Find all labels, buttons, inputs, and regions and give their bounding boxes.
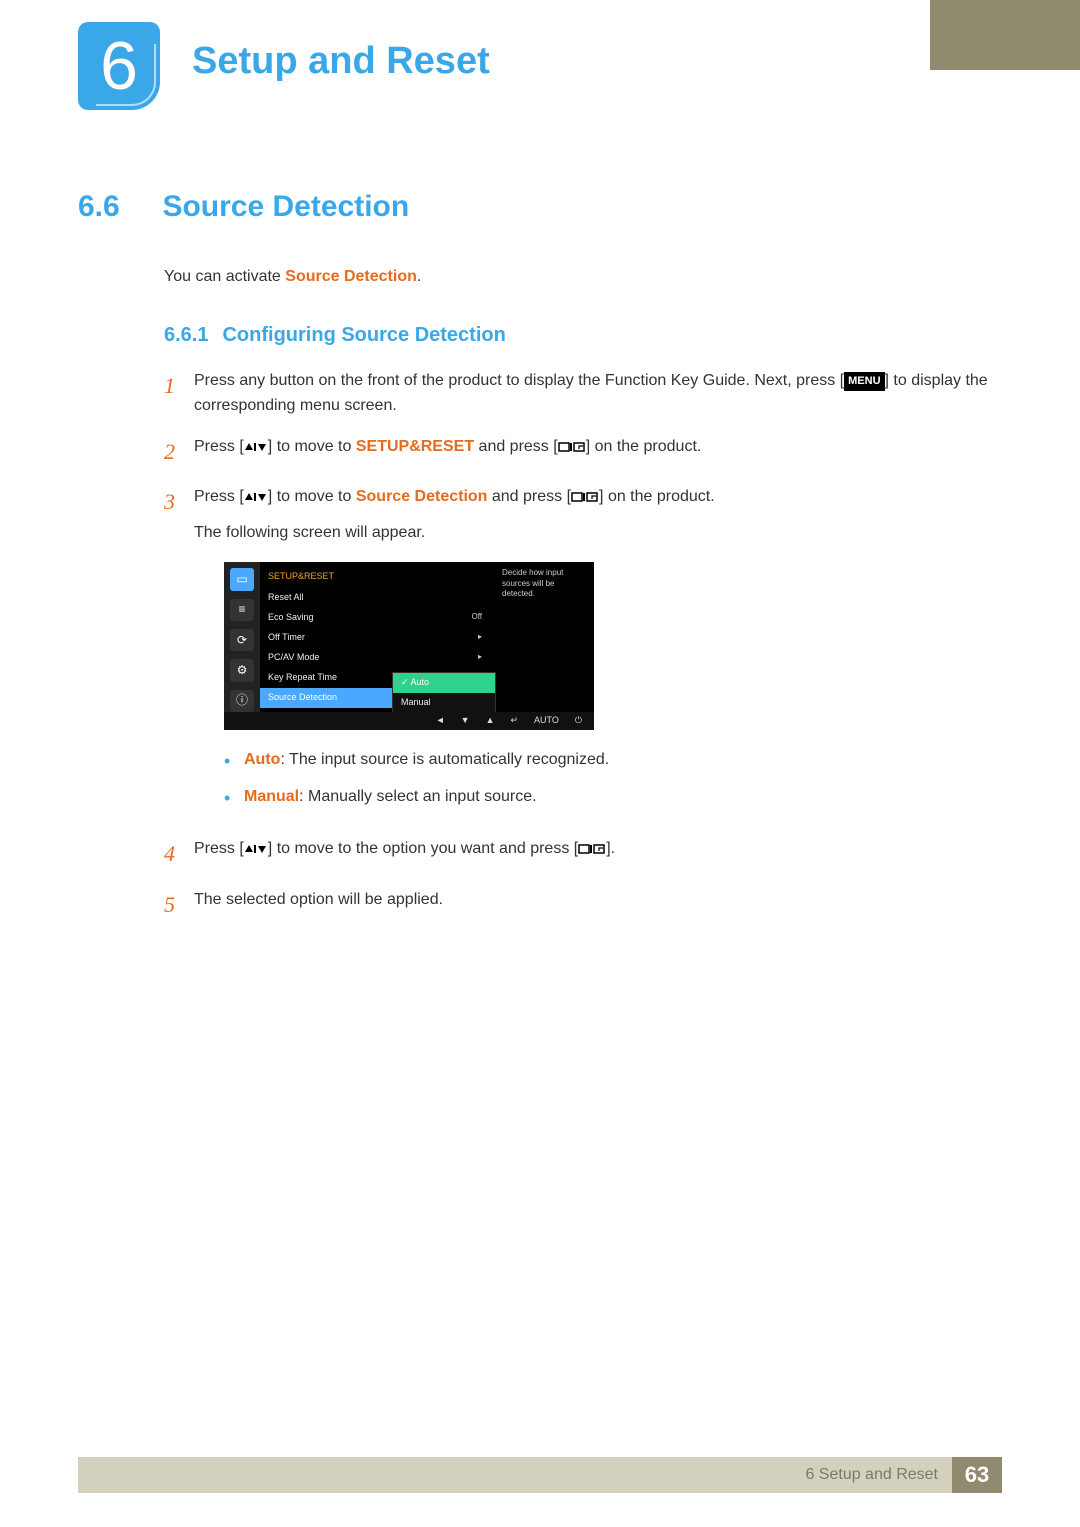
bullet-highlight: Manual bbox=[244, 788, 299, 805]
step-number: 5 bbox=[164, 888, 194, 922]
osd-footer-enter-icon: ↵ bbox=[510, 714, 518, 728]
up-down-arrow-icon bbox=[244, 840, 268, 857]
osd-option-label: Auto bbox=[411, 677, 430, 687]
osd-option-auto: ✓ Auto bbox=[393, 673, 495, 693]
step-number: 2 bbox=[164, 435, 194, 469]
step-text: Press [ bbox=[194, 438, 244, 455]
steps-list: 1 Press any button on the front of the p… bbox=[164, 369, 1002, 922]
step-3: 3 Press [ ] to move to Source Detection a… bbox=[164, 485, 1002, 822]
step-4: 4 Press [ ] to move to the option you wan… bbox=[164, 837, 1002, 871]
bullet-manual: • Manual: Manually select an input sourc… bbox=[224, 785, 1002, 810]
osd-footer-up-icon: ▲ bbox=[486, 714, 495, 728]
subsection-number: 6.6.1 bbox=[164, 324, 208, 346]
step-1: 1 Press any button on the front of the p… bbox=[164, 369, 1002, 419]
osd-sidebar-icon-size: ⟳ bbox=[230, 629, 254, 651]
step-body: Press any button on the front of the pro… bbox=[194, 369, 1002, 419]
osd-item-value: Off bbox=[471, 611, 486, 625]
step-text: ] to move to bbox=[268, 488, 356, 505]
intro-prefix: You can activate bbox=[164, 268, 285, 285]
osd-sidebar-icon-color: ≡ bbox=[230, 599, 254, 621]
step-number: 1 bbox=[164, 369, 194, 419]
subsection-heading: 6.6.1 Configuring Source Detection bbox=[164, 324, 1002, 347]
step-highlight: SETUP&RESET bbox=[356, 438, 474, 455]
osd-footer-left-icon: ◄ bbox=[436, 714, 445, 728]
step-text: and press [ bbox=[474, 438, 558, 455]
osd-footer-auto-label: AUTO bbox=[534, 714, 559, 728]
osd-item-arrow-icon: ▸ bbox=[478, 651, 486, 665]
step-text: ] to move to the option you want and pre… bbox=[268, 840, 578, 857]
footer-chapter-label: 6 Setup and Reset bbox=[805, 1466, 952, 1484]
osd-sidebar-icon-picture: ▭ bbox=[230, 568, 254, 590]
step-highlight: Source Detection bbox=[356, 488, 488, 505]
osd-item-label: Source Detection bbox=[268, 691, 337, 705]
step-text: Press [ bbox=[194, 840, 244, 857]
source-enter-icon bbox=[571, 488, 599, 505]
osd-item-eco: Eco Saving Off bbox=[260, 608, 494, 628]
osd-item-reset: Reset All bbox=[260, 588, 494, 608]
osd-option-manual: Manual bbox=[393, 693, 495, 713]
source-enter-icon bbox=[558, 438, 586, 455]
step-body: Press [ ] to move to SETUP&RESET and pres… bbox=[194, 435, 1002, 469]
osd-item-label: Off Timer bbox=[268, 631, 305, 645]
osd-sidebar-icon-info: ⓘ bbox=[230, 690, 254, 712]
step-text: Press any button on the front of the pro… bbox=[194, 372, 844, 389]
chapter-badge: 6 bbox=[78, 22, 160, 110]
step-text: ] on the product. bbox=[586, 438, 702, 455]
step-body: Press [ ] to move to the option you want … bbox=[194, 837, 1002, 871]
osd-item-label: PC/AV Mode bbox=[268, 651, 319, 665]
up-down-arrow-icon bbox=[244, 438, 268, 455]
bullet-icon: • bbox=[224, 748, 244, 773]
step-number: 4 bbox=[164, 837, 194, 871]
osd-item-label: Eco Saving bbox=[268, 611, 314, 625]
osd-item-arrow-icon: ▸ bbox=[478, 631, 486, 645]
footer-page-number: 63 bbox=[952, 1457, 1002, 1493]
osd-item-pcav: PC/AV Mode ▸ bbox=[260, 648, 494, 668]
osd-footer-bar: ◄ ▼ ▲ ↵ AUTO ⏻ bbox=[224, 712, 594, 730]
content-area: 6.6 Source Detection You can activate So… bbox=[78, 190, 1002, 938]
intro-text: You can activate Source Detection. bbox=[164, 268, 1002, 286]
intro-highlight: Source Detection bbox=[285, 268, 417, 285]
osd-sidebar-icon-setup: ⚙ bbox=[230, 659, 254, 681]
step-5: 5 The selected option will be applied. bbox=[164, 888, 1002, 922]
section-title: Source Detection bbox=[162, 190, 409, 223]
osd-footer-down-icon: ▼ bbox=[461, 714, 470, 728]
osd-help-text: Decide how input sources will be detecte… bbox=[494, 562, 594, 712]
step-number: 3 bbox=[164, 485, 194, 822]
step-body: Press [ ] to move to Source Detection and… bbox=[194, 485, 1002, 822]
osd-item-label: Key Repeat Time bbox=[268, 671, 337, 685]
chapter-title: Setup and Reset bbox=[192, 40, 490, 83]
header-color-band bbox=[930, 0, 1080, 70]
up-down-arrow-icon bbox=[244, 488, 268, 505]
step-body: The selected option will be applied. bbox=[194, 888, 1002, 922]
bullet-highlight: Auto bbox=[244, 751, 280, 768]
step-text: ] to move to bbox=[268, 438, 356, 455]
step-text: ] on the product. bbox=[599, 488, 715, 505]
osd-item-label: Reset All bbox=[268, 591, 304, 605]
bullet-text: : Manually select an input source. bbox=[299, 788, 536, 805]
step-text: and press [ bbox=[487, 488, 571, 505]
osd-sidebar: ▭ ≡ ⟳ ⚙ ⓘ bbox=[224, 562, 260, 712]
osd-menu-header: SETUP&RESET bbox=[260, 566, 494, 588]
osd-screenshot: ▭ ≡ ⟳ ⚙ ⓘ SETUP&RESET Reset All Eco Savi… bbox=[224, 562, 594, 730]
intro-suffix: . bbox=[417, 268, 421, 285]
step-text: ]. bbox=[606, 840, 615, 857]
bullet-icon: • bbox=[224, 785, 244, 810]
step-2: 2 Press [ ] to move to SETUP&RESET and pr… bbox=[164, 435, 1002, 469]
osd-submenu: ✓ Auto Manual bbox=[392, 672, 496, 714]
step-followup: The following screen will appear. bbox=[194, 521, 1002, 546]
bullet-auto: • Auto: The input source is automaticall… bbox=[224, 748, 1002, 773]
osd-item-offtimer: Off Timer ▸ bbox=[260, 628, 494, 648]
osd-footer-power-icon: ⏻ bbox=[575, 714, 582, 728]
step-text: Press [ bbox=[194, 488, 244, 505]
page-footer: 6 Setup and Reset 63 bbox=[78, 1457, 1002, 1493]
source-enter-icon bbox=[578, 840, 606, 857]
section-heading: 6.6 Source Detection bbox=[78, 190, 1002, 224]
subsection-title: Configuring Source Detection bbox=[222, 324, 505, 346]
option-descriptions: • Auto: The input source is automaticall… bbox=[224, 748, 1002, 810]
menu-key-icon: MENU bbox=[844, 372, 884, 391]
bullet-text: : The input source is automatically reco… bbox=[280, 751, 609, 768]
section-number: 6.6 bbox=[78, 190, 158, 224]
